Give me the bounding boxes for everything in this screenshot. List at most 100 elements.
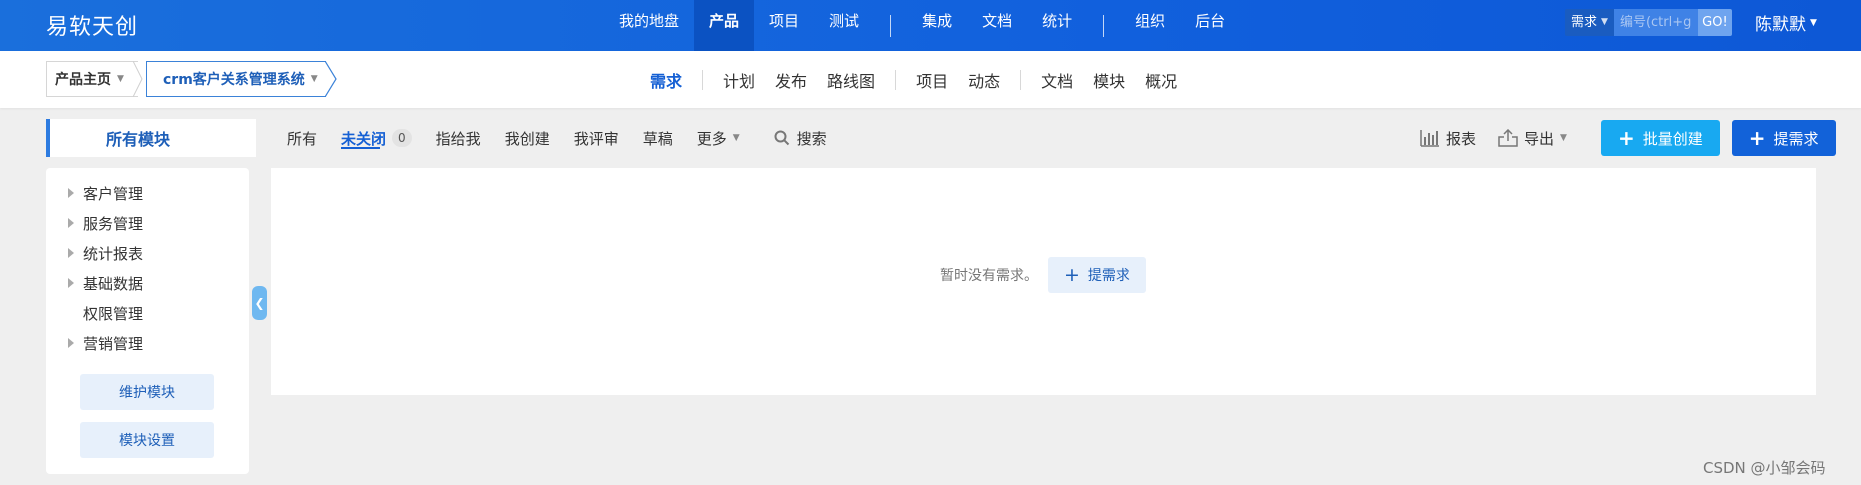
tree-item-report[interactable]: 统计报表 — [46, 238, 249, 268]
empty-message: 暂时没有需求。 — [940, 268, 1038, 284]
chevron-down-icon: ▼ — [732, 133, 740, 143]
tree-item-customer[interactable]: 客户管理 — [46, 178, 249, 208]
breadcrumb-separator — [133, 61, 143, 97]
nav-item-integration[interactable]: 集成 — [907, 0, 967, 51]
report-button[interactable]: 报表 — [1420, 128, 1476, 149]
export-icon — [1498, 129, 1518, 147]
nav-item-stats[interactable]: 统计 — [1027, 0, 1087, 51]
nav-item-product[interactable]: 产品 — [694, 0, 755, 51]
tab-draft[interactable]: 草稿 — [631, 119, 685, 157]
search-input[interactable] — [1613, 9, 1698, 36]
tree-item-permission[interactable]: 权限管理 — [46, 298, 249, 328]
tab-assigned-to-me[interactable]: 指给我 — [424, 119, 493, 157]
subnav-item-story[interactable]: 需求 — [640, 68, 692, 92]
breadcrumb-home-label: 产品主页 — [55, 72, 111, 88]
main-nav: 我的地盘 产品 项目 测试 集成 文档 统计 组织 后台 — [604, 0, 1240, 51]
nav-divider — [890, 14, 892, 37]
plus-icon: + — [1748, 126, 1766, 150]
export-label: 导出 — [1524, 129, 1555, 148]
user-menu[interactable]: 陈默默 ▼ — [1755, 10, 1817, 35]
subnav-divider — [702, 69, 704, 90]
top-navbar: 易软天创 我的地盘 产品 项目 测试 集成 文档 统计 组织 后台 需求 ▼ G… — [0, 0, 1861, 51]
create-story-button[interactable]: + 提需求 — [1731, 120, 1836, 156]
subnav-item-doc[interactable]: 文档 — [1031, 68, 1083, 92]
plus-icon: + — [1617, 126, 1635, 150]
product-sub-nav: 需求 计划 发布 路线图 项目 动态 文档 模块 概况 — [640, 51, 1187, 108]
nav-item-dashboard[interactable]: 我的地盘 — [604, 0, 694, 51]
tab-all-label: 所有 — [287, 129, 318, 148]
brand-logo[interactable]: 易软天创 — [46, 9, 138, 41]
maintain-module-button[interactable]: 维护模块 — [80, 374, 214, 410]
tab-reviewing-label: 我评审 — [573, 129, 619, 148]
breadcrumb-product-home[interactable]: 产品主页 ▼ — [46, 61, 138, 97]
nav-item-admin[interactable]: 后台 — [1180, 0, 1240, 51]
breadcrumb-product-select[interactable]: crm客户关系管理系统 ▼ — [146, 61, 326, 97]
empty-create-label: 提需求 — [1087, 268, 1130, 284]
tab-more-label: 更多 — [696, 129, 727, 148]
tree-item-label: 基础数据 — [83, 274, 144, 293]
chevron-down-icon: ▼ — [1560, 133, 1567, 143]
tab-assigned-label: 指给我 — [435, 129, 481, 148]
subnav-item-roadmap[interactable]: 路线图 — [817, 68, 885, 92]
tab-all[interactable]: 所有 — [275, 119, 329, 157]
search-go-button[interactable]: GO! — [1697, 9, 1732, 36]
tree-item-service[interactable]: 服务管理 — [46, 208, 249, 238]
chevron-left-icon: ❮ — [254, 296, 265, 310]
tree-item-basedata[interactable]: 基础数据 — [46, 268, 249, 298]
caret-right-icon[interactable] — [68, 218, 74, 228]
watermark: CSDN @小邹会码 — [1703, 459, 1826, 477]
tab-unclosed-label: 未关闭 — [341, 129, 387, 148]
caret-right-icon[interactable] — [68, 188, 74, 198]
search-icon — [774, 130, 789, 146]
subnav-divider — [895, 69, 897, 90]
subnav-item-overview[interactable]: 概况 — [1135, 68, 1187, 92]
caret-right-icon[interactable] — [68, 278, 74, 288]
nav-item-doc[interactable]: 文档 — [967, 0, 1027, 51]
tab-reviewed-by-me[interactable]: 我评审 — [562, 119, 631, 157]
search-toggle-label: 搜索 — [796, 129, 827, 148]
caret-right-icon[interactable] — [68, 248, 74, 258]
tab-created-label: 我创建 — [504, 129, 550, 148]
nav-item-test[interactable]: 测试 — [814, 0, 874, 51]
toolbar-actions: 报表 导出 ▼ + 批量创建 + 提需求 — [1420, 119, 1836, 157]
global-search: 需求 ▼ GO! — [1565, 9, 1732, 36]
subnav-item-project[interactable]: 项目 — [906, 68, 958, 92]
tab-created-by-me[interactable]: 我创建 — [493, 119, 562, 157]
export-button[interactable]: 导出 ▼ — [1498, 128, 1567, 149]
module-title: 所有模块 — [46, 119, 256, 157]
tab-more[interactable]: 更多 ▼ — [685, 119, 752, 157]
tab-draft-label: 草稿 — [642, 129, 673, 148]
sidebar-collapse-toggle[interactable]: ❮ — [252, 286, 267, 320]
empty-state: 暂时没有需求。 + 提需求 — [940, 257, 1146, 293]
tree-item-label: 权限管理 — [83, 304, 144, 323]
search-toggle[interactable]: 搜索 — [762, 119, 839, 157]
subnav-item-release[interactable]: 发布 — [765, 68, 817, 92]
tree-item-marketing[interactable]: 营销管理 — [46, 328, 249, 358]
report-label: 报表 — [1446, 129, 1477, 148]
tree-item-label: 服务管理 — [83, 214, 144, 233]
active-tab-underline — [341, 147, 380, 149]
chevron-down-icon: ▼ — [1810, 17, 1817, 28]
batch-create-label: 批量创建 — [1642, 129, 1703, 148]
module-sidebar: 客户管理 服务管理 统计报表 基础数据 权限管理 营销管理 维护模块 模块设置 — [46, 168, 249, 474]
nav-item-project[interactable]: 项目 — [754, 0, 814, 51]
subnav-item-dynamic[interactable]: 动态 — [958, 68, 1010, 92]
nav-item-org[interactable]: 组织 — [1120, 0, 1180, 51]
subnav-item-module[interactable]: 模块 — [1083, 68, 1135, 92]
search-type-label: 需求 — [1571, 15, 1598, 30]
empty-create-story-button[interactable]: + 提需求 — [1048, 257, 1146, 293]
plus-icon: + — [1064, 263, 1080, 286]
chevron-down-icon: ▼ — [310, 74, 318, 84]
caret-right-icon[interactable] — [68, 338, 74, 348]
nav-divider — [1103, 14, 1105, 37]
chevron-down-icon: ▼ — [117, 74, 124, 84]
user-name: 陈默默 — [1755, 15, 1806, 35]
tab-unclosed[interactable]: 未关闭 0 — [329, 119, 424, 157]
batch-create-button[interactable]: + 批量创建 — [1600, 120, 1720, 156]
story-filter-tabs: 所有 未关闭 0 指给我 我创建 我评审 草稿 更多 ▼ 搜索 — [275, 119, 839, 157]
search-type-select[interactable]: 需求 ▼ — [1565, 9, 1614, 36]
create-story-label: 提需求 — [1773, 129, 1819, 148]
subnav-item-plan[interactable]: 计划 — [713, 68, 765, 92]
breadcrumb-product-label: crm客户关系管理系统 — [163, 72, 305, 88]
module-settings-button[interactable]: 模块设置 — [80, 422, 214, 458]
